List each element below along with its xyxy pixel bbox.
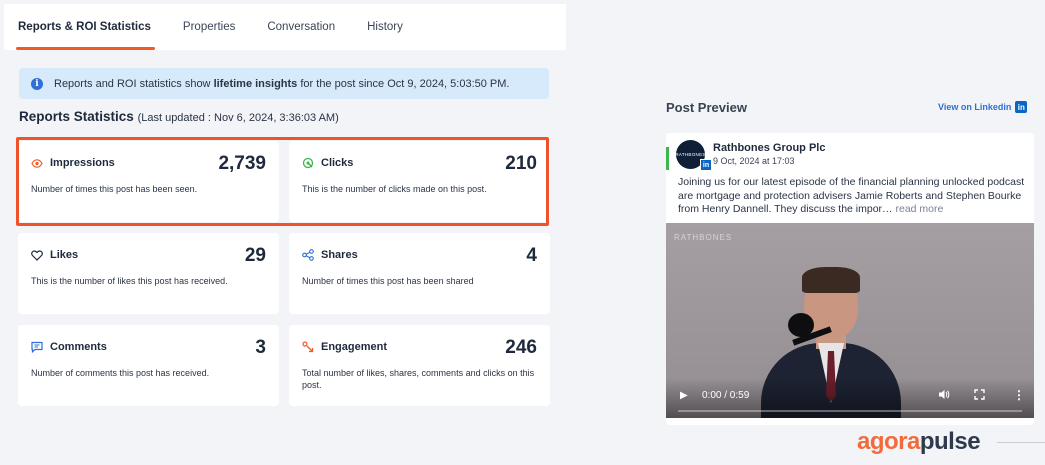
engagement-icon — [302, 341, 314, 353]
tab-history[interactable]: History — [351, 4, 419, 50]
stat-name: Engagement — [321, 341, 388, 353]
info-banner: i Reports and ROI statistics show lifeti… — [19, 68, 549, 99]
tab-reports-roi[interactable]: Reports & ROI Statistics — [4, 4, 167, 50]
post-preview-title: Post Preview — [666, 100, 747, 115]
stat-description: Total number of likes, shares, comments … — [302, 368, 535, 390]
stat-name: Comments — [50, 341, 107, 353]
highlight-box — [16, 137, 549, 226]
linkedin-icon[interactable]: in — [1015, 101, 1028, 113]
stat-value: 246 — [505, 337, 537, 358]
status-bar — [666, 147, 669, 170]
heart-icon — [31, 249, 43, 261]
stat-name: Shares — [321, 249, 358, 261]
video-progress-bar[interactable] — [678, 410, 1022, 412]
tab-bar: Reports & ROI Statistics Properties Conv… — [4, 4, 566, 50]
stat-card-likes: Likes 29 This is the number of likes thi… — [18, 233, 279, 314]
stat-description: This is the number of likes this post ha… — [31, 276, 228, 286]
share-icon — [302, 249, 314, 261]
post-text: Joining us for our latest episode of the… — [678, 176, 1025, 215]
info-banner-text: Reports and ROI statistics show lifetime… — [54, 77, 510, 90]
post-preview-card: RATHBONES in Rathbones Group Plc 9 Oct, … — [666, 133, 1034, 425]
stat-description: Number of times this post has been share… — [302, 276, 474, 286]
stat-card-comments: Comments 3 Number of comments this post … — [18, 325, 279, 406]
tab-conversation[interactable]: Conversation — [251, 4, 351, 50]
video-player[interactable]: RATHBONES ▶ 0:00 / 0:59 ⋮ — [666, 223, 1034, 418]
linkedin-badge-icon: in — [700, 159, 712, 171]
info-icon: i — [31, 77, 43, 90]
play-icon[interactable]: ▶ — [680, 390, 688, 401]
stat-description: Number of comments this post has receive… — [31, 368, 210, 378]
stat-name: Likes — [50, 249, 79, 261]
video-watermark: RATHBONES — [674, 233, 733, 242]
tab-properties[interactable]: Properties — [167, 4, 251, 50]
more-options-icon[interactable]: ⋮ — [1013, 388, 1025, 402]
post-date: 9 Oct, 2024 at 17:03 — [713, 156, 795, 166]
read-more-link[interactable]: read more — [895, 203, 943, 215]
stat-value: 29 — [244, 245, 266, 266]
last-updated: (Last updated : Nov 6, 2024, 3:36:03 AM) — [137, 112, 339, 124]
fullscreen-icon[interactable] — [974, 389, 985, 403]
divider — [997, 442, 1045, 443]
section-title: Reports Statistics (Last updated : Nov 6… — [19, 109, 339, 124]
video-controls: ▶ 0:00 / 0:59 ⋮ — [666, 378, 1034, 418]
comment-icon — [31, 341, 43, 353]
volume-icon[interactable] — [938, 389, 950, 403]
stat-value: 3 — [255, 337, 266, 358]
author-name: Rathbones Group Plc — [713, 142, 826, 154]
stat-card-shares: Shares 4 Number of times this post has b… — [289, 233, 550, 314]
stat-card-engagement: Engagement 246 Total number of likes, sh… — [289, 325, 550, 406]
video-time: 0:00 / 0:59 — [702, 390, 750, 401]
agorapulse-logo: agorapulse — [857, 428, 981, 455]
view-on-linkedin-link[interactable]: View on Linkedin in — [938, 101, 1028, 113]
stat-value: 4 — [526, 245, 537, 266]
